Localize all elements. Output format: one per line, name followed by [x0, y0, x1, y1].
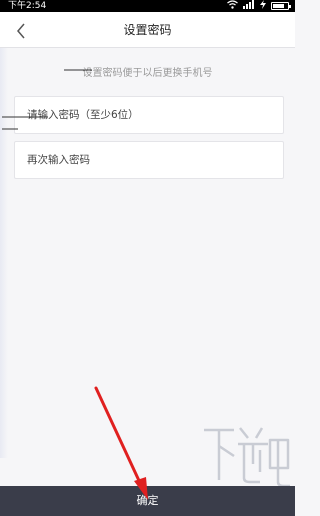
left-edge-strip [0, 48, 8, 458]
status-bar: 下午2:54 [0, 0, 295, 12]
wifi-icon [227, 0, 238, 13]
confirm-password-input[interactable] [27, 154, 271, 166]
back-button[interactable] [8, 18, 34, 44]
signal-icon [243, 0, 255, 13]
password-hint: 设置密码便于以后更换手机号 [82, 68, 213, 79]
status-time: 下午2:54 [8, 1, 47, 11]
annotation-arrow-shaft [94, 386, 143, 487]
page-title: 设置密码 [123, 23, 172, 37]
password-input[interactable] [27, 109, 271, 121]
charging-icon [260, 0, 266, 13]
status-icons [227, 0, 291, 13]
battery-icon [271, 2, 291, 10]
nav-bar: 设置密码 [0, 12, 295, 48]
chevron-left-icon [17, 23, 25, 39]
watermark-logo [204, 427, 290, 488]
confirm-password-field[interactable] [14, 141, 284, 179]
password-field[interactable] [14, 96, 284, 134]
confirm-button[interactable]: 确定 [0, 486, 295, 516]
